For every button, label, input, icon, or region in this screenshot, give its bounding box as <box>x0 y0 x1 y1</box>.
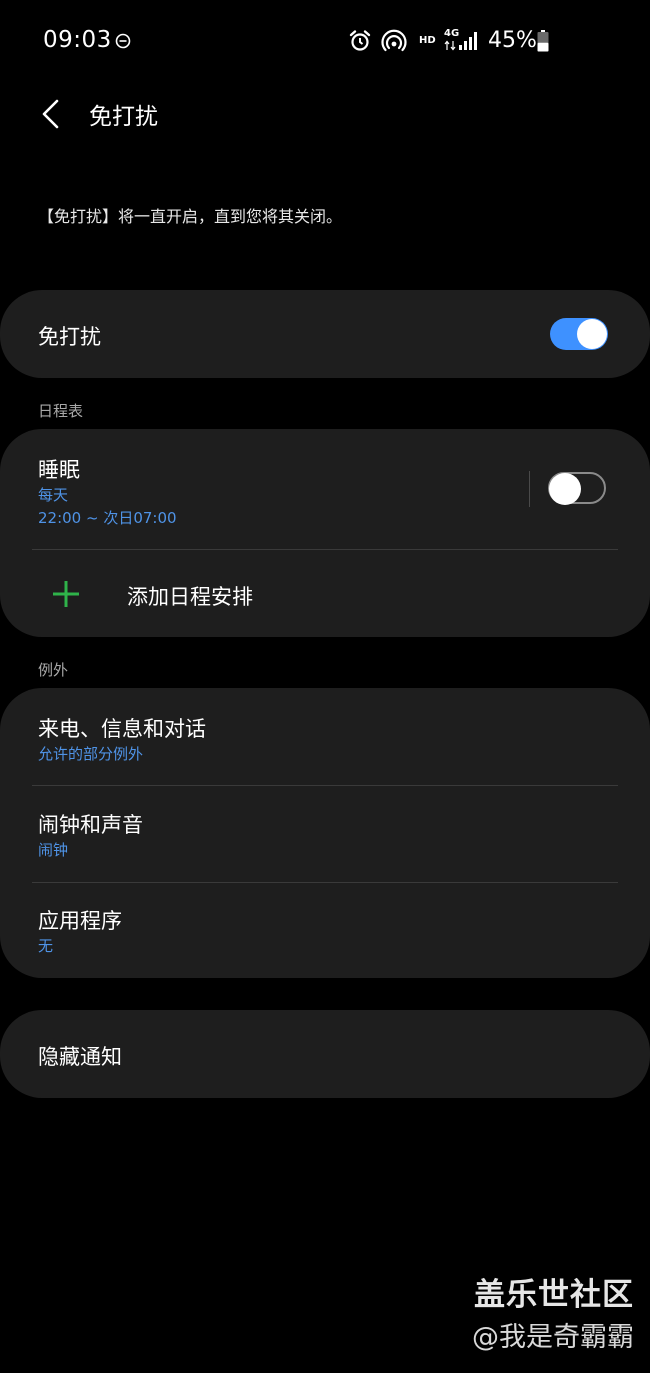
data-arrows-icon <box>444 40 456 51</box>
watermark-author: @我是奇霸霸 <box>472 1322 634 1353</box>
dnd-settings-page: 09:03 HD 4G 45% 免打扰 【免打扰】将一直开启，直到您将其关闭。 … <box>0 0 650 1373</box>
plus-icon <box>53 581 79 607</box>
exceptions-section-label: 例外 <box>38 661 69 679</box>
exception-subtitle: 允许的部分例外 <box>38 745 144 763</box>
battery-icon <box>537 30 549 52</box>
exception-title: 应用程序 <box>38 909 122 933</box>
dnd-toggle-row[interactable]: 免打扰 <box>0 290 650 378</box>
back-button[interactable] <box>30 92 70 136</box>
signal-icon <box>459 32 477 50</box>
switch-knob <box>549 473 581 505</box>
status-icons: HD 4G 45% <box>330 0 650 84</box>
dnd-toggle-card: 免打扰 <box>0 290 650 378</box>
sleep-schedule-time: 22:00 ~ 次日07:00 <box>38 509 177 527</box>
switch-knob <box>577 319 607 349</box>
status-time: 09:03 <box>43 27 112 53</box>
exceptions-card: 来电、信息和对话 允许的部分例外 闹钟和声音 闹钟 应用程序 无 <box>0 688 650 978</box>
chevron-left-icon <box>42 99 59 129</box>
sleep-schedule-days: 每天 <box>38 486 69 504</box>
page-title: 免打扰 <box>89 104 158 130</box>
battery-percent: 45% <box>488 28 537 53</box>
exception-calls-messages-row[interactable]: 来电、信息和对话 允许的部分例外 <box>0 688 650 785</box>
dnd-description: 【免打扰】将一直开启，直到您将其关闭。 <box>38 207 343 226</box>
status-bar: 09:03 HD 4G 45% <box>0 0 650 84</box>
exception-alarms-sounds-row[interactable]: 闹钟和声音 闹钟 <box>0 786 650 882</box>
sleep-schedule-row[interactable]: 睡眠 每天 22:00 ~ 次日07:00 <box>0 429 650 549</box>
dnd-status-icon <box>115 33 131 49</box>
network-gen-indicator: 4G <box>444 28 460 39</box>
dnd-switch[interactable] <box>550 318 608 350</box>
schedule-card: 睡眠 每天 22:00 ~ 次日07:00 添加日程安排 <box>0 429 650 637</box>
exception-subtitle: 无 <box>38 937 54 955</box>
exception-subtitle: 闹钟 <box>38 841 69 859</box>
row-vertical-divider <box>529 471 530 507</box>
watermark-community: 盖乐世社区 <box>474 1277 634 1313</box>
add-schedule-row[interactable]: 添加日程安排 <box>0 550 650 637</box>
dnd-toggle-label: 免打扰 <box>38 325 101 349</box>
schedule-section-label: 日程表 <box>38 402 84 420</box>
alarm-icon <box>349 30 371 51</box>
exception-title: 闹钟和声音 <box>38 813 143 837</box>
exception-title: 来电、信息和对话 <box>38 717 206 741</box>
app-header: 免打扰 <box>0 84 650 144</box>
hide-notifications-card: 隐藏通知 <box>0 1010 650 1098</box>
hotspot-icon <box>381 29 407 52</box>
add-schedule-label: 添加日程安排 <box>127 585 253 609</box>
hide-notifications-label: 隐藏通知 <box>38 1045 122 1069</box>
sleep-schedule-switch[interactable] <box>548 472 606 505</box>
hide-notifications-row[interactable]: 隐藏通知 <box>0 1010 650 1098</box>
sleep-schedule-title: 睡眠 <box>38 458 80 482</box>
exception-apps-row[interactable]: 应用程序 无 <box>0 883 650 978</box>
hd-indicator: HD <box>419 35 436 46</box>
